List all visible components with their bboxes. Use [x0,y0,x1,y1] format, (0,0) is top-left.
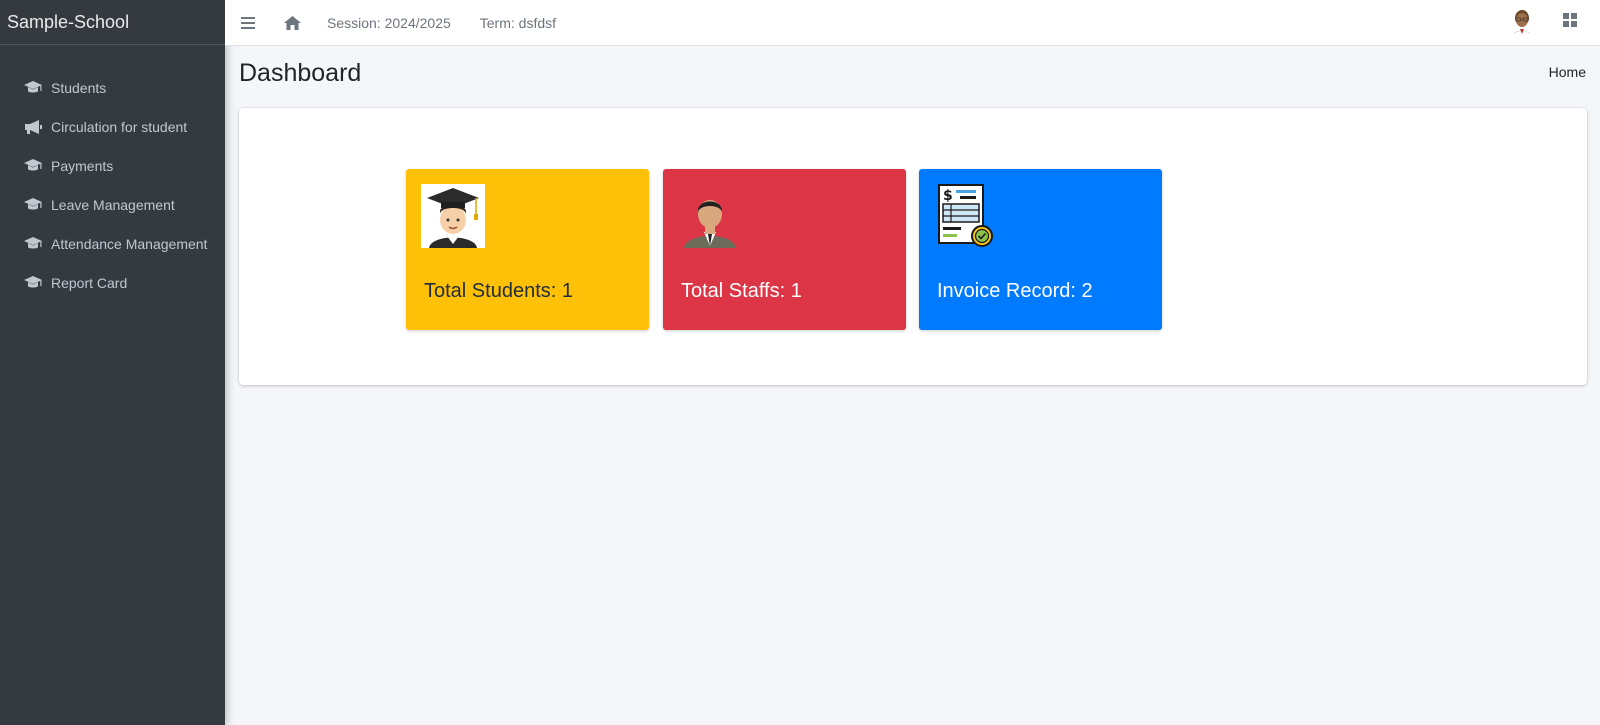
stat-box-staffs[interactable]: Total Staffs: 1 [663,169,906,330]
sidebar-nav: Students Circulation for student Payment… [0,45,225,302]
sidebar: Sample-School Students Circulation for s… [0,0,225,725]
home-icon[interactable] [283,15,301,30]
apps-grid-icon[interactable] [1563,13,1579,29]
sidebar-item-label: Circulation for student [51,118,188,135]
graduation-cap-icon [23,275,43,291]
stat-label: Invoice Record: 2 [937,280,1093,302]
student-graduate-icon [421,184,485,248]
menu-toggle-icon[interactable] [240,16,256,29]
sidebar-item-leave-management[interactable]: Leave Management [0,185,225,224]
svg-text:$: $ [943,188,953,204]
graduation-cap-icon [23,80,43,96]
sidebar-item-label: Leave Management [51,196,175,213]
stat-label: Total Students: 1 [424,280,573,302]
session-label: Session: 2024/2025 [327,14,451,31]
sidebar-item-attendance-management[interactable]: Attendance Management [0,224,225,263]
sidebar-item-circulation[interactable]: Circulation for student [0,107,225,146]
sidebar-item-label: Students [51,79,107,96]
top-navbar: Session: 2024/2025 Term: dsfdsf [225,0,1600,46]
sidebar-item-label: Payments [51,157,114,174]
breadcrumb-home-link[interactable]: Home [1549,64,1586,80]
invoice-icon: $ [934,184,998,248]
user-avatar[interactable] [1508,8,1536,36]
sidebar-item-payments[interactable]: Payments [0,146,225,185]
stat-box-invoice[interactable]: $ Invoice Record: 2 [919,169,1162,330]
stat-box-students[interactable]: Total Students: 1 [406,169,649,330]
sidebar-item-label: Report Card [51,274,128,291]
bullhorn-icon [23,119,43,135]
term-label: Term: dsfdsf [479,14,557,31]
graduation-cap-icon [23,158,43,174]
brand-text: Sample-School [7,11,130,32]
page-title: Dashboard [239,59,362,87]
sidebar-item-report-card[interactable]: Report Card [0,263,225,302]
brand-link[interactable]: Sample-School [0,0,225,45]
graduation-cap-icon [23,236,43,252]
staff-person-icon [678,184,742,248]
sidebar-item-students[interactable]: Students [0,68,225,107]
graduation-cap-icon [23,197,43,213]
sidebar-item-label: Attendance Management [51,235,208,252]
stat-label: Total Staffs: 1 [681,280,802,302]
